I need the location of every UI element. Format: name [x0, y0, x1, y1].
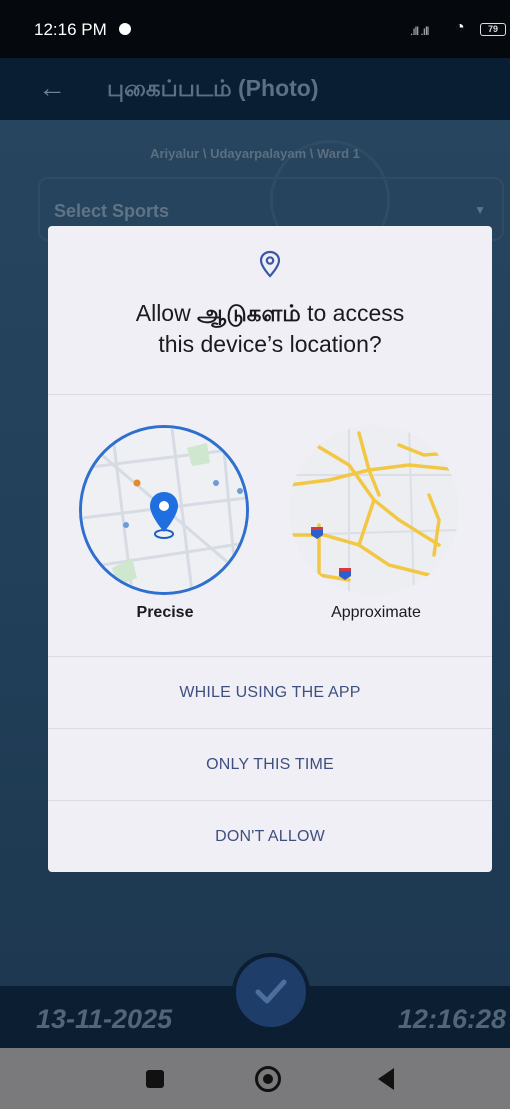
dropdown-arrow-icon: ▼ — [474, 203, 486, 217]
app-bar: ← புகைப்படம் (Photo) — [0, 58, 510, 120]
location-path: Ariyalur \ Udayarpalayam \ Ward 1 — [150, 146, 360, 161]
date-label: 13-11-2025 — [36, 1004, 173, 1034]
divider — [48, 394, 492, 395]
dialog-title-line2: this device’s location? — [158, 331, 382, 357]
page-title: புகைப்படம் (Photo) — [107, 75, 319, 101]
sports-select-label: Select Sports — [54, 201, 170, 221]
status-bar: 12:16 PM .ıll .ıll ◔ 79 — [0, 0, 510, 58]
status-time: 12:16 PM — [34, 20, 107, 39]
dialog-title: Allow ஆடுகளம் to access this device’s lo… — [48, 298, 492, 360]
dialog-app-name: ஆடுகளம் — [197, 300, 301, 326]
approximate-label: Approximate — [331, 604, 421, 621]
battery-icon: 79 — [480, 23, 506, 36]
dont-allow-button[interactable]: DON'T ALLOW — [48, 801, 492, 873]
navigation-bar — [0, 1048, 510, 1109]
wifi-icon: ◔ — [455, 19, 465, 36]
location-pin-icon — [259, 250, 281, 278]
dialog-title-prefix: Allow — [135, 300, 191, 326]
approximate-map-icon — [289, 425, 459, 595]
precise-label: Precise — [136, 604, 194, 621]
recent-apps-icon[interactable] — [146, 1070, 164, 1088]
precise-location-option[interactable] — [79, 425, 249, 595]
time-label: 12:16:28 — [397, 1004, 506, 1034]
checkmark-icon — [255, 979, 287, 1004]
only-this-time-button[interactable]: ONLY THIS TIME — [48, 729, 492, 801]
back-arrow-icon[interactable]: ← — [38, 72, 66, 104]
confirm-button[interactable] — [232, 953, 310, 1031]
home-icon[interactable] — [255, 1066, 281, 1092]
precise-map-icon — [82, 428, 246, 592]
dialog-title-suffix: to access — [307, 300, 405, 326]
chat-notification-icon — [119, 23, 131, 35]
back-icon[interactable] — [378, 1068, 394, 1090]
while-using-app-button[interactable]: WHILE USING THE APP — [48, 657, 492, 729]
location-permission-dialog: Allow ஆடுகளம் to access this device’s lo… — [48, 226, 492, 872]
signal-icon: .ıll .ıll — [410, 24, 429, 38]
approximate-location-option[interactable] — [289, 425, 459, 595]
